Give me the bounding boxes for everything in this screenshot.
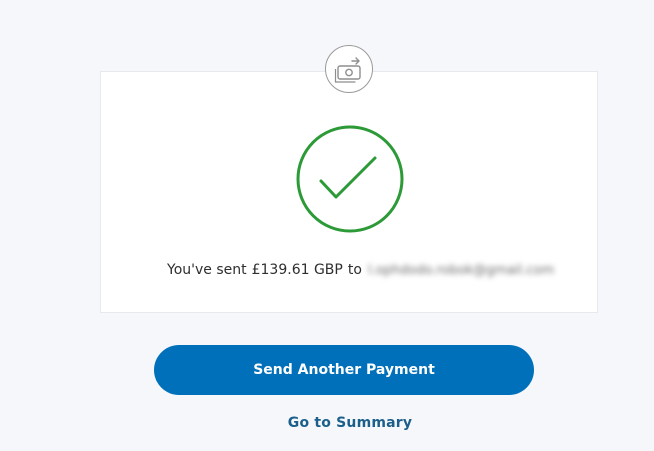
send-another-payment-button[interactable]: Send Another Payment bbox=[154, 345, 534, 395]
sent-to-label: to bbox=[347, 262, 362, 278]
go-to-summary-link[interactable]: Go to Summary bbox=[0, 415, 654, 431]
payment-sent-message: You've sent £139.61 GBP to l.ophdodo.rob… bbox=[167, 260, 554, 280]
recipient-email: l.ophdodo.robok@gmail.com bbox=[367, 262, 555, 278]
payment-confirmation-page: You've sent £139.61 GBP to l.ophdodo.rob… bbox=[0, 0, 654, 451]
money-transfer-icon bbox=[325, 45, 373, 93]
sent-message-prefix: You've sent bbox=[167, 262, 247, 278]
sent-amount: £139.61 GBP bbox=[251, 262, 343, 278]
checkmark-circle-icon bbox=[296, 125, 404, 233]
